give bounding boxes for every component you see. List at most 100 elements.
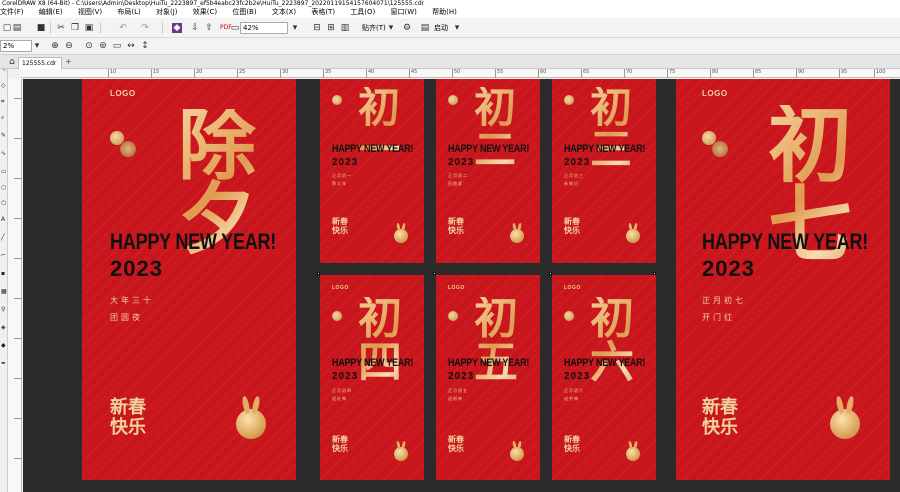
zoom-selected-icon[interactable]: ⊙ (84, 41, 94, 51)
save-icon[interactable]: ■ (36, 23, 46, 33)
zoom-level-select[interactable]: 42% (240, 22, 288, 34)
poster-chuliu[interactable]: LOGO 初六 HAPPY NEW YEAR! 2023 正月初六 送穷神 新春… (552, 275, 656, 480)
selection-handle[interactable] (549, 272, 552, 275)
poster-subtitle-1: 正月初七 (702, 296, 746, 305)
poster-big-character: 初四 (358, 297, 422, 385)
menu-view[interactable]: 视图(V) (78, 7, 102, 18)
smart-fill-icon[interactable]: ◆ (1, 343, 7, 349)
cut-icon[interactable]: ✂ (56, 23, 66, 33)
window-title: CorelDRAW X8 (64-Bit) - C:\Users\Admin\D… (0, 0, 900, 7)
poster-greeting-bottom: 快乐 (564, 225, 580, 235)
interactive-fill-icon[interactable]: ◈ (1, 325, 7, 331)
poster-chusan[interactable]: 初三 HAPPY NEW YEAR! 2023 正月初三 赤狗日 新春 快乐 (552, 79, 656, 263)
zoom-percent-input[interactable]: 2% (0, 40, 32, 52)
menu-text[interactable]: 文本(X) (272, 7, 296, 18)
poster-subtitle-1: 正月初三 (564, 173, 584, 178)
text-tool-icon[interactable]: A (1, 217, 7, 223)
menu-file[interactable]: 文件(F) (0, 7, 24, 18)
poster-year: 2023 (702, 256, 755, 281)
poster-subtitle-1: 正月初二 (448, 173, 468, 178)
artistic-media-icon[interactable]: ∿ (1, 151, 7, 157)
poster-big-character: 初三 (590, 87, 654, 171)
shape-tool-icon[interactable]: ◇ (1, 83, 7, 89)
zoom-in-icon[interactable]: ⊕ (50, 41, 60, 51)
new-document-icon[interactable]: ▢ (2, 23, 12, 33)
drop-shadow-icon[interactable]: ▪ (1, 271, 7, 277)
outline-pen-icon[interactable]: ✒ (1, 361, 7, 367)
horizontal-ruler[interactable]: 10 15 20 25 30 35 40 45 50 55 60 65 70 7… (22, 69, 900, 78)
rabbit-icon (830, 409, 860, 439)
poster-chuwu[interactable]: LOGO 初五 HAPPY NEW YEAR! 2023 正月初五 迎财神 新春… (436, 275, 540, 480)
publish-pdf-icon[interactable]: PDF (220, 23, 232, 33)
redo-icon[interactable]: ↷ (140, 23, 150, 33)
rabbit-badge-icon (448, 95, 458, 105)
menu-help[interactable]: 帮助(H) (432, 7, 457, 18)
menu-tools[interactable]: 工具(O) (350, 7, 375, 18)
drawing-canvas[interactable]: LOGO 除夕 HAPPY NEW YEAR! 2023 大年三十 团圆夜 新春… (23, 79, 900, 492)
copy-icon[interactable]: ❐ (70, 23, 80, 33)
open-icon[interactable]: ▤ (12, 23, 22, 33)
poster-greeting-bottom: 快乐 (448, 225, 464, 235)
selection-handle[interactable] (433, 272, 436, 275)
poster-logo: LOGO (564, 285, 581, 291)
menu-table[interactable]: 表格(T) (311, 7, 335, 18)
selection-handle[interactable] (317, 272, 320, 275)
options-gear-icon[interactable]: ⚙ (402, 23, 412, 33)
undo-icon[interactable]: ↶ (118, 23, 128, 33)
coin-decoration-icon (712, 141, 728, 157)
poster-happy-new-year: HAPPY NEW YEAR! (448, 143, 530, 155)
crop-tool-icon[interactable]: ⌗ (1, 99, 7, 105)
import-icon[interactable]: ⇩ (190, 23, 200, 33)
menu-layout[interactable]: 布局(L) (117, 7, 140, 18)
snap-dropdown-icon[interactable]: ▾ (386, 23, 396, 33)
menu-object[interactable]: 对象(J) (156, 7, 178, 18)
zoom-page-height-icon[interactable]: ↕ (140, 41, 150, 51)
document-tab-bar: ⌂ 125555.cdr + (0, 55, 900, 69)
home-icon[interactable]: ⌂ (7, 57, 17, 67)
eyedropper-tool-icon[interactable]: ⚲ (1, 307, 7, 313)
menu-effects[interactable]: 效果(C) (193, 7, 217, 18)
export-icon[interactable]: ⇧ (204, 23, 214, 33)
poster-subtitle-1: 正月初六 (564, 388, 584, 393)
poster-chuer[interactable]: 初二 HAPPY NEW YEAR! 2023 正月初二 回娘家 新春 快乐 (436, 79, 540, 263)
parallel-dimension-icon[interactable]: ╱ (1, 235, 7, 241)
document-tab[interactable]: 125555.cdr (18, 57, 62, 69)
paste-icon[interactable]: ▣ (84, 23, 94, 33)
polygon-tool-icon[interactable]: ⬠ (1, 201, 7, 207)
snap-to-menu[interactable]: 贴齐(T) (362, 22, 386, 34)
ellipse-tool-icon[interactable]: ○ (1, 185, 7, 191)
zoom-out-icon[interactable]: ⊖ (64, 41, 74, 51)
vertical-ruler[interactable] (8, 78, 22, 492)
poster-chuxi[interactable]: LOGO 除夕 HAPPY NEW YEAR! 2023 大年三十 团圆夜 新春… (82, 79, 296, 480)
new-tab-plus-icon[interactable]: + (64, 58, 73, 67)
menu-window[interactable]: 窗口(W) (391, 7, 417, 18)
poster-chuqi[interactable]: LOGO 初七 HAPPY NEW YEAR! 2023 正月初七 开门红 新春… (676, 79, 890, 480)
zoom-page-width-icon[interactable]: ↔ (126, 41, 136, 51)
rabbit-icon (626, 229, 640, 243)
zoom-tool-icon[interactable]: ⌕ (1, 115, 7, 121)
poster-chusi[interactable]: LOGO 初四 HAPPY NEW YEAR! 2023 正月初四 迎灶神 新春… (320, 275, 424, 480)
selection-handle[interactable] (653, 272, 656, 275)
zoom-all-objects-icon[interactable]: ⊚ (98, 41, 108, 51)
menu-bitmaps[interactable]: 位图(B) (232, 7, 256, 18)
menu-edit[interactable]: 编辑(E) (39, 7, 63, 18)
connector-tool-icon[interactable]: ⌐ (1, 253, 7, 259)
poster-subtitle-2: 回娘家 (448, 181, 463, 186)
poster-year: 2023 (332, 371, 359, 382)
poster-chuyi[interactable]: 初一 HAPPY NEW YEAR! 2023 正月初一 拜大年 新春 快乐 (320, 79, 424, 263)
show-guidelines-icon[interactable]: ▥ (340, 23, 350, 33)
fullscreen-icon[interactable]: ▭ (230, 23, 240, 33)
zoom-page-icon[interactable]: ▭ (112, 41, 122, 51)
transparency-tool-icon[interactable]: ▦ (1, 289, 7, 295)
launch-menu[interactable]: 启动 (434, 22, 448, 34)
rabbit-badge-icon (564, 95, 574, 105)
show-rulers-icon[interactable]: ⊟ (312, 23, 322, 33)
freehand-tool-icon[interactable]: ✎ (1, 133, 7, 139)
launch-icon[interactable]: ▤ (420, 23, 430, 33)
launch-dropdown-icon[interactable]: ▾ (452, 23, 462, 33)
show-grid-icon[interactable]: ⊞ (326, 23, 336, 33)
zoom-dropdown-icon[interactable]: ▾ (290, 23, 300, 33)
zoom-percent-dropdown-icon[interactable]: ▾ (32, 41, 42, 51)
corel-connect-icon[interactable]: ◆ (172, 23, 182, 33)
rectangle-tool-icon[interactable]: ▭ (1, 169, 7, 175)
